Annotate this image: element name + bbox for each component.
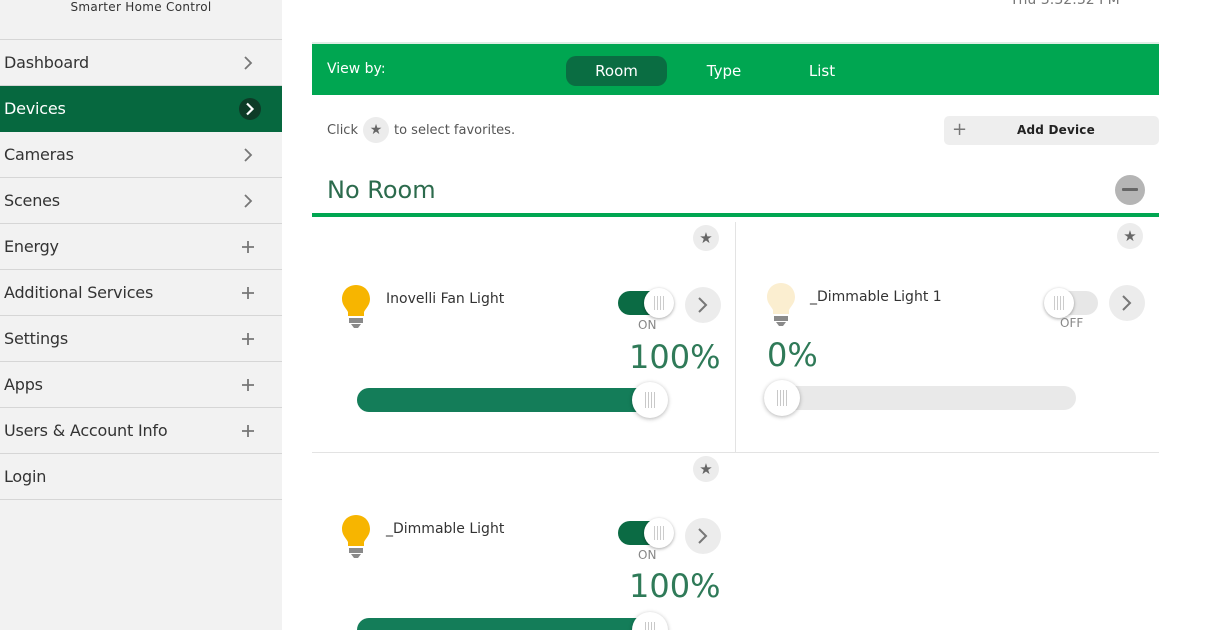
device-details-button[interactable] [685, 287, 721, 323]
lightbulb-on-icon [342, 515, 370, 558]
sidebar-item-label: Users & Account Info [4, 421, 168, 440]
sidebar-item-dashboard[interactable]: Dashboard [0, 40, 282, 86]
plus-icon [238, 329, 258, 349]
power-state: OFF [1060, 316, 1084, 330]
sidebar-item-label: Dashboard [4, 53, 90, 72]
room-title: No Room [327, 176, 436, 204]
view-by-label: View by: [327, 61, 386, 77]
tab-room[interactable]: Room [566, 56, 667, 86]
collapse-room-button[interactable] [1115, 175, 1145, 205]
level-readout: 100% [629, 338, 721, 376]
sidebar-item-devices[interactable]: Devices [0, 86, 282, 132]
dimmer-slider[interactable] [764, 380, 1076, 416]
sidebar-item-users-account-info[interactable]: Users & Account Info [0, 408, 282, 454]
power-toggle[interactable] [618, 518, 674, 548]
favorite-star-icon[interactable]: ★ [1117, 223, 1143, 249]
star-icon: ★ [362, 117, 389, 143]
level-readout: 0% [767, 336, 818, 374]
device-name: _Dimmable Light 1 [810, 289, 942, 305]
plus-icon: + [952, 119, 968, 140]
power-toggle[interactable] [618, 288, 674, 318]
sidebar-item-scenes[interactable]: Scenes [0, 178, 282, 224]
level-readout: 100% [629, 567, 721, 605]
sidebar-nav: Dashboard Devices Cameras Scenes Energy … [0, 40, 282, 500]
favorites-hint-before: Click [327, 122, 358, 138]
favorite-star-icon[interactable]: ★ [693, 456, 719, 482]
sidebar: Smarter Home Control Dashboard Devices C… [0, 0, 282, 630]
dimmer-slider[interactable] [357, 382, 668, 418]
sidebar-item-settings[interactable]: Settings [0, 316, 282, 362]
chevron-right-icon [698, 297, 708, 313]
chevron-right-icon [238, 191, 258, 211]
sidebar-item-label: Settings [4, 329, 69, 348]
power-state: ON [638, 318, 657, 332]
sidebar-item-label: Login [4, 467, 47, 486]
favorites-hint: Click ★ to select favorites. [327, 117, 515, 143]
favorites-hint-after: to select favorites. [393, 122, 516, 138]
view-by-bar: View by: Room Type List [312, 42, 1159, 95]
room-divider [312, 213, 1159, 217]
plus-icon [238, 375, 258, 395]
sidebar-item-label: Apps [4, 375, 43, 394]
plus-icon [238, 237, 258, 257]
device-details-button[interactable] [685, 518, 721, 554]
sidebar-item-label: Scenes [4, 191, 60, 210]
sidebar-item-label: Devices [4, 99, 66, 118]
lightbulb-on-icon [342, 285, 370, 328]
sidebar-item-apps[interactable]: Apps [0, 362, 282, 408]
chevron-right-icon [1122, 295, 1132, 311]
device-name: Inovelli Fan Light [386, 291, 505, 307]
clock-readout: Thu 3:32:32 PM [1010, 0, 1120, 8]
plus-icon [238, 421, 258, 441]
tab-list[interactable]: List [782, 56, 862, 86]
sidebar-item-login[interactable]: Login [0, 454, 282, 500]
power-state: ON [638, 548, 657, 562]
chevron-right-icon [698, 528, 708, 544]
device-name: _Dimmable Light [386, 521, 505, 537]
sidebar-item-label: Additional Services [4, 283, 154, 302]
brand-name: Smarter Home Control [0, 0, 282, 40]
favorite-star-icon[interactable]: ★ [693, 225, 719, 251]
sidebar-item-label: Cameras [4, 145, 74, 164]
dimmer-slider[interactable] [357, 612, 668, 630]
tab-type[interactable]: Type [684, 56, 764, 86]
sidebar-item-energy[interactable]: Energy [0, 224, 282, 270]
tile-divider [312, 452, 1159, 453]
power-toggle[interactable] [1044, 288, 1098, 318]
device-details-button[interactable] [1109, 285, 1145, 321]
add-device-button[interactable]: + Add Device [944, 116, 1159, 145]
sidebar-item-additional-services[interactable]: Additional Services [0, 270, 282, 316]
sidebar-item-label: Energy [4, 237, 59, 256]
chevron-right-icon [239, 97, 261, 120]
tile-divider [735, 222, 736, 452]
plus-icon [238, 283, 258, 303]
add-device-label: Add Device [1017, 123, 1095, 137]
chevron-right-icon [238, 145, 258, 165]
sidebar-item-cameras[interactable]: Cameras [0, 132, 282, 178]
chevron-right-icon [238, 53, 258, 73]
lightbulb-off-icon [767, 283, 795, 326]
